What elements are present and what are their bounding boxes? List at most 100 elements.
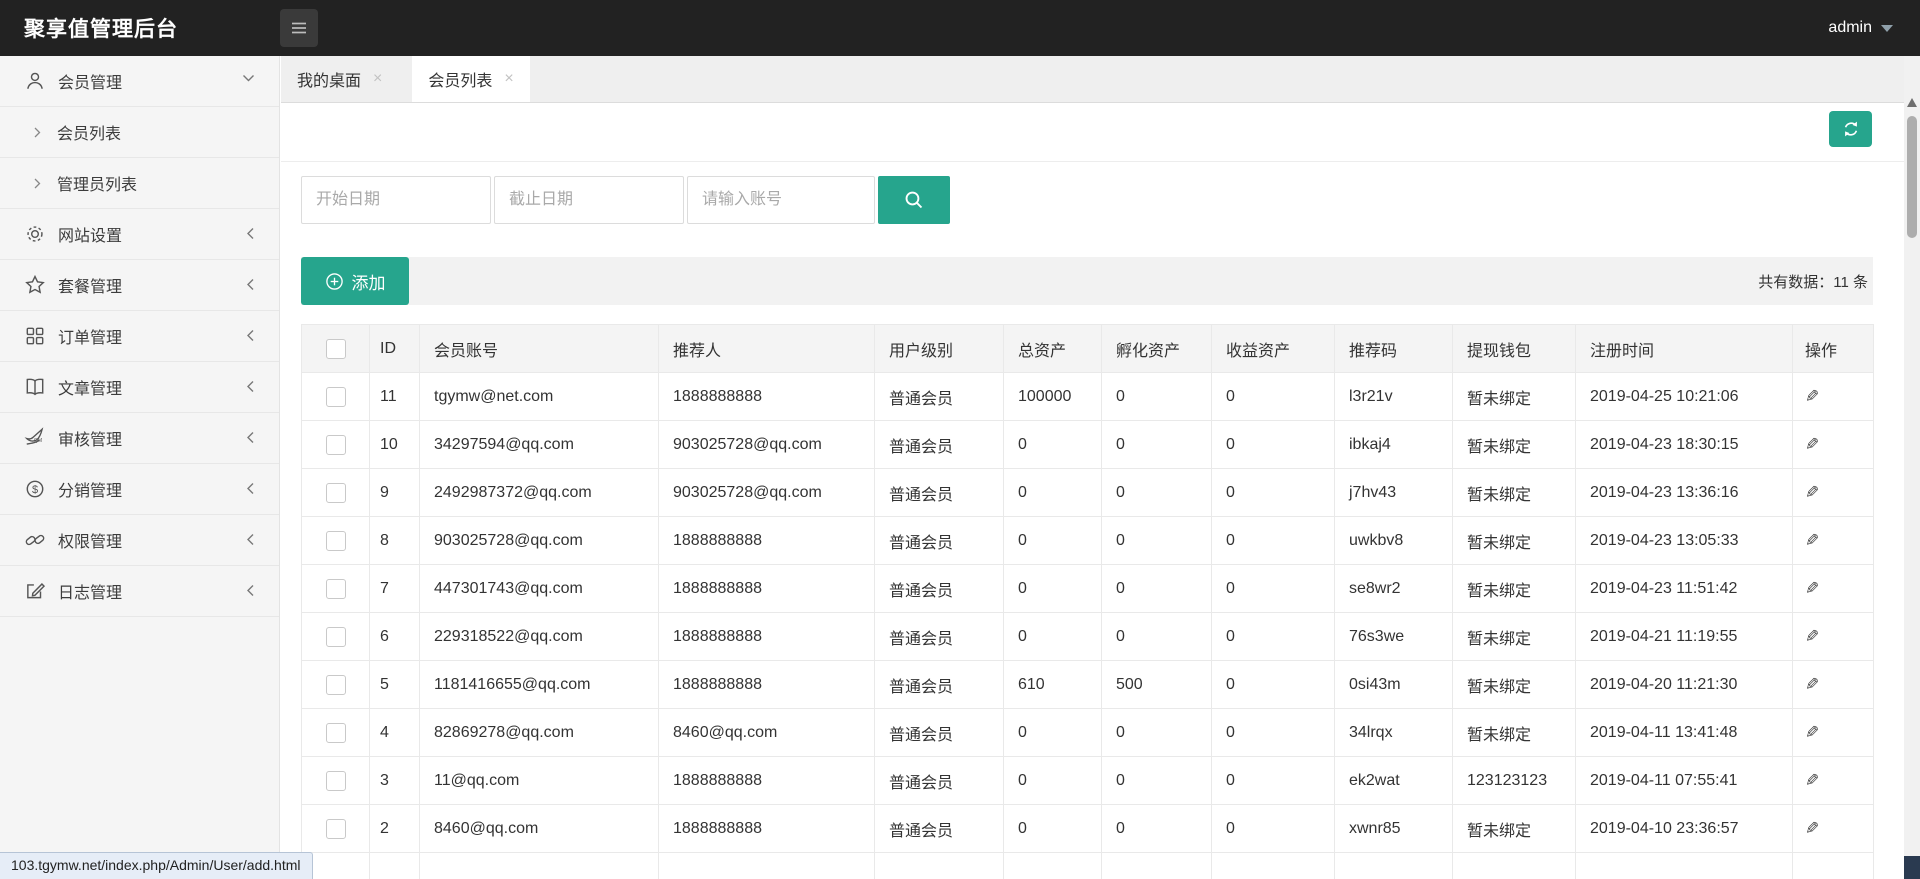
audit-icon: QM [24,427,46,449]
grid-icon [24,325,46,347]
edit-icon[interactable]: ✎ [1805,771,1819,791]
cell-wallet: 暂未绑定 [1452,516,1576,565]
tab-member-list[interactable]: 会员列表 × [412,56,530,102]
cell-id: 7 [369,564,420,613]
cell-incubate-assets: 0 [1101,756,1212,805]
sidebar-item-label: 权限管理 [58,534,123,551]
table-row: 4 82869278@qq.com 8460@qq.com 普通会员 0 0 0 34lrqx… [301,708,1874,757]
row-checkbox[interactable] [325,674,346,695]
cell-ref-code: xwnr85 [1334,804,1453,853]
row-checkbox[interactable] [325,818,346,839]
edit-icon[interactable]: ✎ [1805,483,1819,503]
edit-icon[interactable]: ✎ [1805,531,1819,551]
sidebar-item-article-management[interactable]: 文章管理 [0,362,279,413]
chevron-down-icon [1881,24,1893,32]
cell-account: tgymw@net.com [419,372,659,421]
chevron-left-icon [246,278,255,291]
account-search-input[interactable] [687,176,875,224]
sidebar-item-package-management[interactable]: 套餐管理 [0,260,279,311]
cell-id: 6 [369,612,420,661]
checkbox-cell [301,708,370,757]
end-date-input[interactable] [494,176,684,224]
cell-income-assets: 0 [1211,372,1335,421]
select-all-checkbox[interactable] [325,338,346,359]
edit-icon[interactable]: ✎ [1805,723,1819,743]
table-header-row: ID 会员账号 推荐人 用户级别 总资产 孵化资产 收益资产 推荐码 提现钱包 … [301,324,1874,373]
search-button[interactable] [878,176,950,224]
row-checkbox[interactable] [325,722,346,743]
refresh-button[interactable] [1829,111,1872,147]
refresh-icon [1841,119,1861,139]
cell-total-assets: 0 [1003,708,1102,757]
vertical-scrollbar[interactable] [1904,56,1920,879]
row-checkbox[interactable] [325,770,346,791]
actions-cell: ✎ [1792,420,1874,469]
cell-ref-code: se8wr2 [1334,564,1453,613]
checkbox-cell [301,564,370,613]
close-icon[interactable]: × [504,71,513,87]
cell-account: 229318522@qq.com [419,612,659,661]
main-area: 我的桌面 × 会员列表 × 开始日期 截止日期 请输入账号 添加 共有数据：11… [281,56,1904,879]
cell-referrer: 1888888888 [658,372,875,421]
cell-reg-time: 2019-04-23 11:51:42 [1575,564,1793,613]
row-checkbox[interactable] [325,530,346,551]
cell-incubate-assets: 0 [1101,372,1212,421]
cell-incubate-assets: 0 [1101,564,1212,613]
user-menu[interactable]: admin [1828,19,1893,37]
sidebar-item-label: 会员列表 [57,126,122,143]
cell-reg-time: 2019-04-23 13:36:16 [1575,468,1793,517]
cell-wallet: 暂未绑定 [1452,660,1576,709]
row-checkbox[interactable] [325,434,346,455]
sidebar-item-order-management[interactable]: 订单管理 [0,311,279,362]
sidebar-item-audit-management[interactable]: QM 审核管理 [0,413,279,464]
actions-cell: ✎ [1792,468,1874,517]
row-checkbox[interactable] [325,578,346,599]
cell-account: 447301743@qq.com [419,564,659,613]
row-checkbox[interactable] [325,482,346,503]
scrollbar-thumb[interactable] [1907,116,1917,238]
sidebar-item-permission-management[interactable]: 权限管理 [0,515,279,566]
scroll-up-arrow-icon[interactable] [1907,98,1917,107]
chevron-left-icon [246,584,255,597]
edit-icon[interactable]: ✎ [1805,435,1819,455]
close-icon[interactable]: × [373,71,382,87]
cell-referrer: 1888888888 [658,564,875,613]
sidebar-toggle-button[interactable] [280,9,318,47]
cell-account: 903025728@qq.com [419,516,659,565]
cell-account: 82869278@qq.com [419,708,659,757]
cell-total-assets: 0 [1003,804,1102,853]
cell-incubate-assets: 0 [1101,420,1212,469]
row-checkbox[interactable] [325,386,346,407]
row-checkbox[interactable] [325,626,346,647]
actions-cell: ✎ [1792,564,1874,613]
sidebar-item-label: 网站设置 [58,228,123,245]
sidebar-item-distribution-management[interactable]: $ 分销管理 [0,464,279,515]
edit-icon[interactable]: ✎ [1805,579,1819,599]
table-row-partial [301,852,1874,879]
sidebar-item-member-management[interactable]: 会员管理 [0,56,279,107]
start-date-input[interactable] [301,176,491,224]
cell-wallet: 暂未绑定 [1452,612,1576,661]
cell-income-assets: 0 [1211,756,1335,805]
header-incubate-assets: 孵化资产 [1101,324,1212,373]
header-account: 会员账号 [419,324,659,373]
tab-my-desktop[interactable]: 我的桌面 × [281,56,398,102]
cell-wallet: 暂未绑定 [1452,564,1576,613]
sidebar-item-member-list[interactable]: 会员列表 [0,107,279,158]
sidebar-item-site-settings[interactable]: 网站设置 [0,209,279,260]
hamburger-icon [289,18,309,38]
star-icon [24,274,46,296]
sidebar-item-log-management[interactable]: 日志管理 [0,566,279,617]
actions-cell: ✎ [1792,804,1874,853]
edit-icon[interactable]: ✎ [1805,819,1819,839]
add-button[interactable]: 添加 [301,257,409,305]
sidebar-item-admin-list[interactable]: 管理员列表 [0,158,279,209]
edit-icon[interactable]: ✎ [1805,387,1819,407]
book-icon [24,376,46,398]
cell-level: 普通会员 [874,420,1004,469]
edit-icon[interactable]: ✎ [1805,675,1819,695]
add-button-label: 添加 [351,273,386,293]
edit-icon[interactable]: ✎ [1805,627,1819,647]
cell-incubate-assets: 500 [1101,660,1212,709]
table-row: 3 11@qq.com 1888888888 普通会员 0 0 0 ek2wat 1231231… [301,756,1874,805]
